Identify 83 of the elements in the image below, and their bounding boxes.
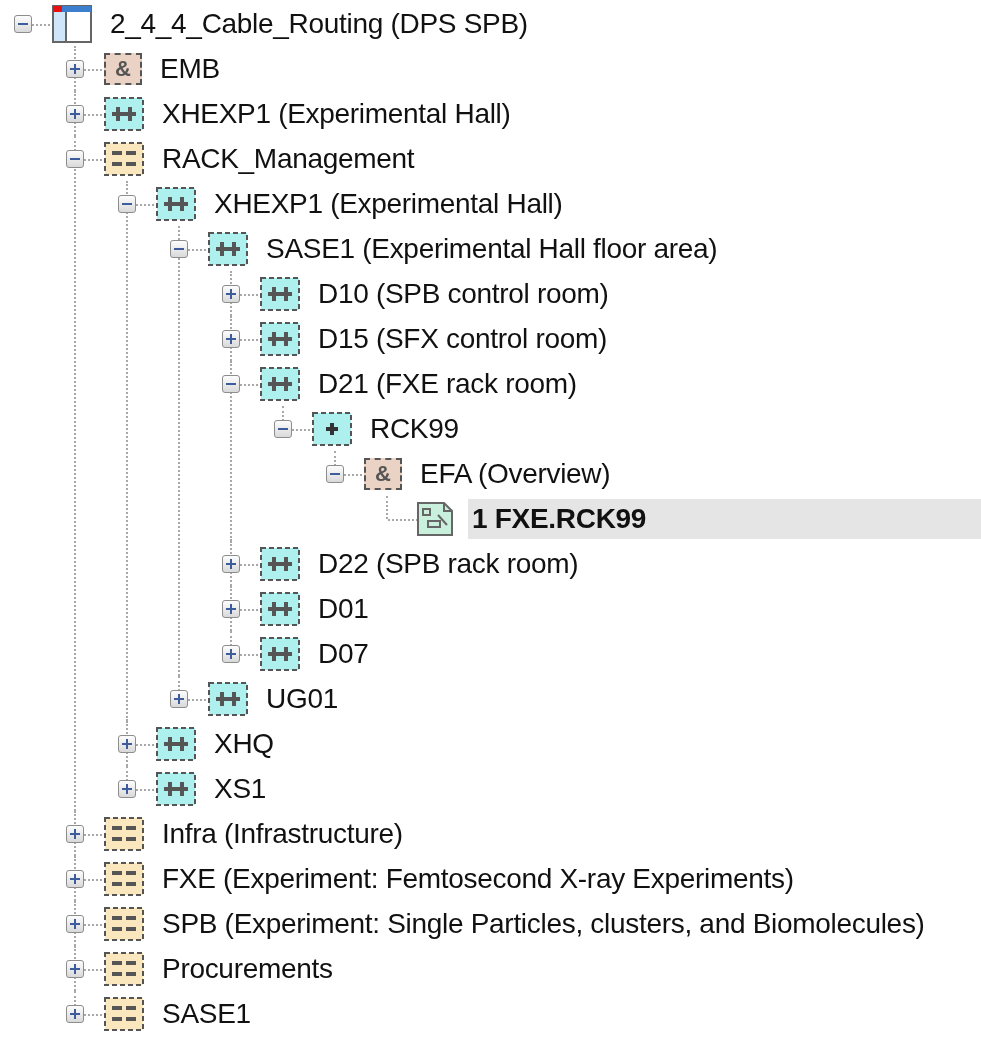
- plus-icon: [225, 557, 237, 570]
- group-icon: [104, 951, 144, 986]
- tree-item-label[interactable]: D10 (SPB control room): [314, 273, 613, 314]
- expand-toggle[interactable]: [170, 689, 188, 708]
- hall-icon: [260, 591, 300, 626]
- schematic-icon: [416, 500, 454, 537]
- expand-toggle[interactable]: [118, 734, 136, 753]
- plus-icon: [121, 737, 133, 750]
- plus-icon: [225, 332, 237, 345]
- tree-item-label[interactable]: RCK99: [366, 408, 463, 449]
- expand-toggle[interactable]: [66, 959, 84, 978]
- expand-toggle[interactable]: [66, 869, 84, 888]
- plus-icon: [225, 647, 237, 660]
- hall-icon: [260, 636, 300, 671]
- expand-toggle[interactable]: [66, 824, 84, 843]
- expand-toggle[interactable]: [222, 284, 240, 303]
- expand-toggle[interactable]: [222, 599, 240, 618]
- ampersand-icon: &: [104, 52, 142, 85]
- group-icon: [104, 996, 144, 1031]
- tree-item-label[interactable]: 1 FXE.RCK99: [468, 498, 981, 539]
- tree-item-label[interactable]: D07: [314, 633, 373, 674]
- hall-icon: [156, 726, 196, 761]
- tree-item-label[interactable]: D21 (FXE rack room): [314, 363, 581, 404]
- plus-icon: [69, 62, 81, 75]
- expand-toggle[interactable]: [222, 554, 240, 573]
- hall-icon: [260, 276, 300, 311]
- expand-toggle[interactable]: [66, 104, 84, 123]
- tree-item-label[interactable]: D15 (SFX control room): [314, 318, 612, 359]
- plus-icon: [225, 602, 237, 615]
- tree-item-label[interactable]: XHEXP1 (Experimental Hall): [158, 93, 515, 134]
- hall-icon: [156, 771, 196, 806]
- plus-icon: [225, 287, 237, 300]
- plus-icon: [173, 692, 185, 705]
- collapse-toggle[interactable]: [118, 194, 136, 213]
- expand-toggle[interactable]: [66, 914, 84, 933]
- tree-item-label[interactable]: D22 (SPB rack room): [314, 543, 583, 584]
- plus-icon: [69, 917, 81, 930]
- window-icon: [52, 4, 92, 43]
- collapse-toggle[interactable]: [14, 14, 32, 33]
- collapse-toggle[interactable]: [170, 239, 188, 258]
- tree-item-label[interactable]: EMB: [156, 48, 224, 89]
- tree-item-label[interactable]: D01: [314, 588, 373, 629]
- hall-icon: [104, 96, 144, 131]
- tree-item-label[interactable]: 2_4_4_Cable_Routing (DPS SPB): [106, 3, 532, 44]
- group-icon: [104, 861, 144, 896]
- tree-item-label[interactable]: RACK_Management: [158, 138, 419, 179]
- hall-icon: [260, 321, 300, 356]
- hall-icon: [260, 546, 300, 581]
- tree-item-label[interactable]: Infra (Infrastructure): [158, 813, 407, 854]
- collapse-toggle[interactable]: [326, 464, 344, 483]
- expand-toggle[interactable]: [66, 1004, 84, 1023]
- tree-item-label[interactable]: XHEXP1 (Experimental Hall): [210, 183, 567, 224]
- expand-toggle[interactable]: [222, 329, 240, 348]
- tree-item-label[interactable]: Procurements: [158, 948, 337, 989]
- group-icon: [104, 816, 144, 851]
- tree-item-label[interactable]: SASE1 (Experimental Hall floor area): [262, 228, 722, 269]
- expand-toggle[interactable]: [222, 644, 240, 663]
- tree-item-label[interactable]: FXE (Experiment: Femtosecond X-ray Experiments): [158, 858, 798, 899]
- tree-item-label[interactable]: SASE1: [158, 993, 255, 1034]
- plus-icon: [69, 962, 81, 975]
- plus-icon: [69, 872, 81, 885]
- plus-icon: [69, 107, 81, 120]
- tree-item-label[interactable]: SPB (Experiment: Single Particles, clusters, and Biomolecules): [158, 903, 929, 944]
- collapse-toggle[interactable]: [222, 374, 240, 393]
- tree-item-label[interactable]: UG01: [262, 678, 342, 719]
- group-icon: [104, 141, 144, 176]
- tree-item-label[interactable]: EFA (Overview): [416, 453, 615, 494]
- tree-item-label[interactable]: XS1: [210, 768, 271, 809]
- plus-icon: [312, 411, 352, 446]
- collapse-toggle[interactable]: [274, 419, 292, 438]
- plus-icon: [69, 827, 81, 840]
- collapse-toggle[interactable]: [66, 149, 84, 168]
- hall-icon: [208, 681, 248, 716]
- hall-icon: [260, 366, 300, 401]
- tree-item-label[interactable]: XHQ: [210, 723, 278, 764]
- plus-icon: [69, 1007, 81, 1020]
- plus-icon: [121, 782, 133, 795]
- hall-icon: [208, 231, 248, 266]
- expand-toggle[interactable]: [66, 59, 84, 78]
- ampersand-icon: &: [364, 457, 402, 490]
- group-icon: [104, 906, 144, 941]
- expand-toggle[interactable]: [118, 779, 136, 798]
- hall-icon: [156, 186, 196, 221]
